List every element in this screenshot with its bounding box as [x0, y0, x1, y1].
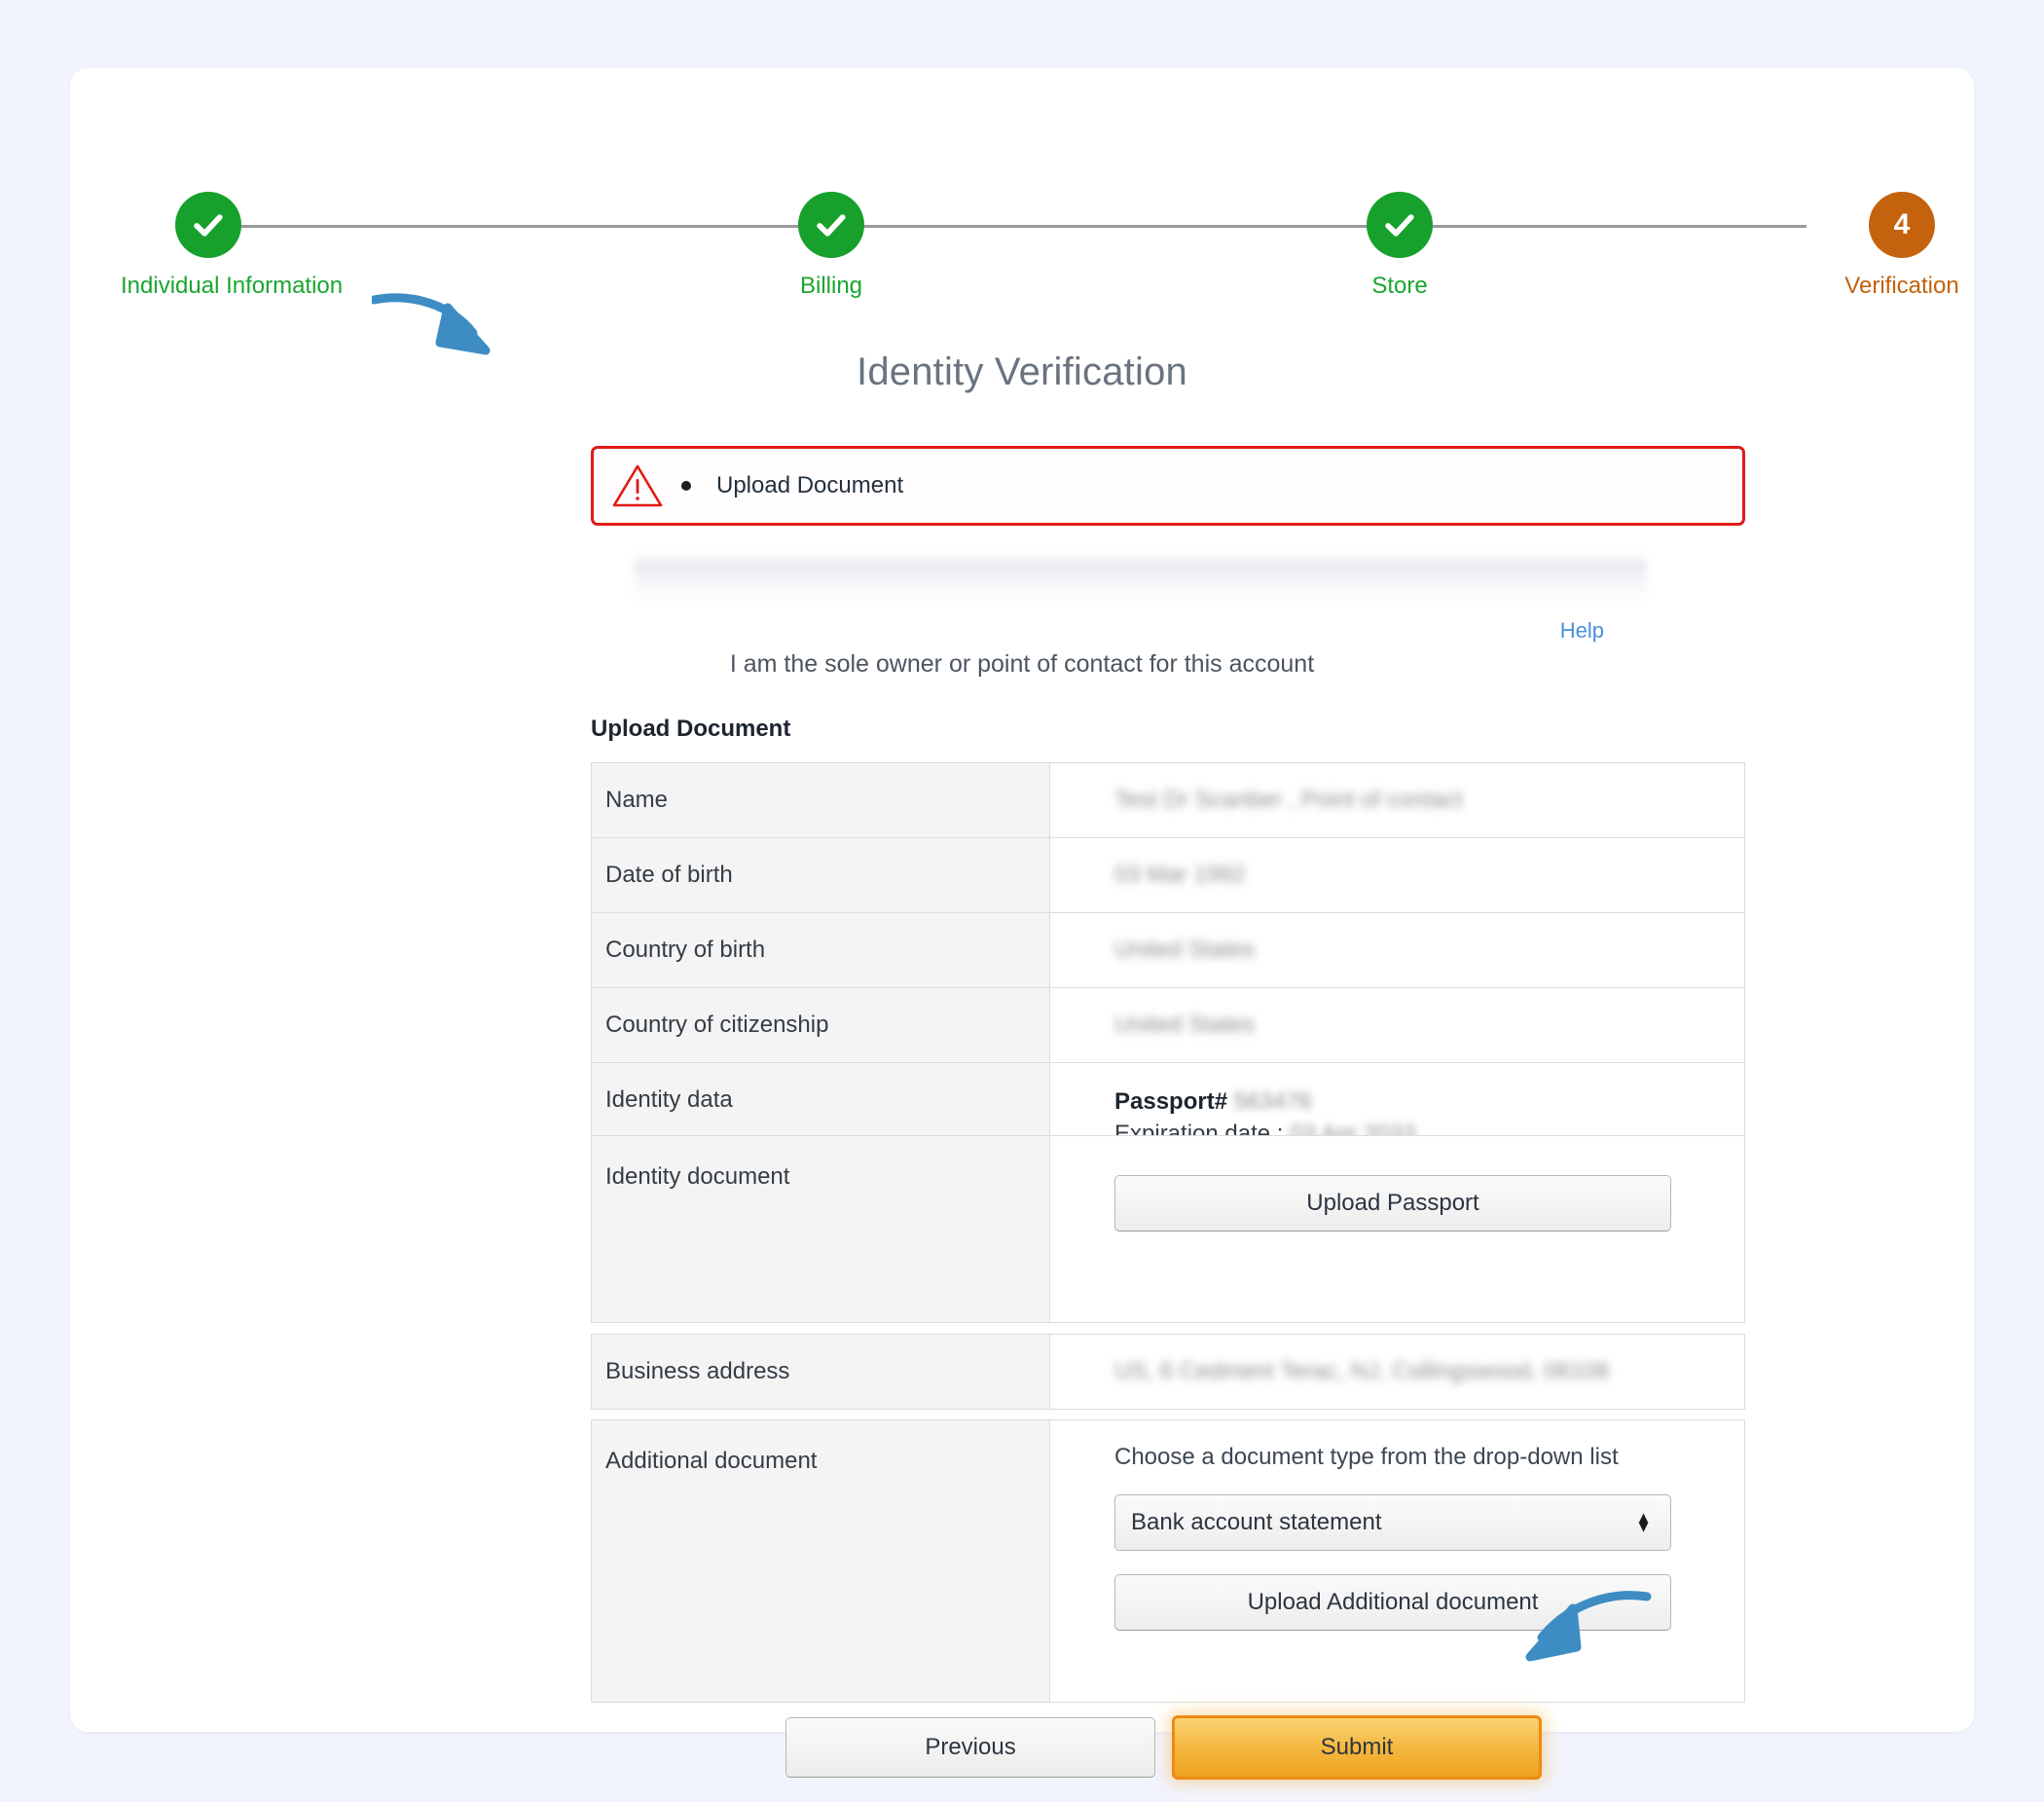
row-label-identity-document: Identity document — [591, 1135, 1050, 1323]
alert-bullet — [681, 481, 691, 491]
help-link[interactable]: Help — [1560, 618, 1604, 644]
submit-button[interactable]: Submit — [1172, 1715, 1542, 1780]
document-type-hint: Choose a document type from the drop-dow… — [1114, 1444, 1619, 1470]
progress-stepper: Individual Information Billing Store 4 V… — [70, 131, 1974, 299]
table-row: Additional document Choose a document ty… — [591, 1419, 1745, 1703]
document-type-selected-value: Bank account statement — [1131, 1509, 1382, 1535]
row-value-date-of-birth: 03 Mar 1992 — [1050, 838, 1745, 913]
table-row: Country of birth United States — [591, 912, 1745, 988]
table-row: Business address US, 6 Cedment Terac, NJ… — [591, 1334, 1745, 1410]
row-value-business-address: US, 6 Cedment Terac, NJ, Collingswood, 0… — [1050, 1335, 1745, 1410]
table-row: Name Test Dr Scanber , Point of contact — [591, 762, 1745, 838]
error-alert-banner: Upload Document — [591, 446, 1745, 526]
alert-message: Upload Document — [716, 472, 904, 498]
redacted-value: United States — [1114, 1011, 1256, 1038]
verification-card: Individual Information Billing Store 4 V… — [70, 68, 1974, 1780]
passport-number-line: Passport# 563476 — [1114, 1086, 1744, 1119]
redacted-value: 03 Mar 1992 — [1114, 862, 1246, 888]
upload-document-heading: Upload Document — [591, 716, 791, 742]
row-label-name: Name — [591, 762, 1050, 838]
redacted-business-address: US, 6 Cedment Terac, NJ, Collingswood, 0… — [1114, 1358, 1609, 1384]
row-value-additional-document: Choose a document type from the drop-dow… — [1050, 1420, 1745, 1703]
warning-triangle-icon — [594, 462, 681, 509]
page-title: Identity Verification — [857, 350, 1187, 393]
stepper-step-4-label: Verification — [1844, 273, 1959, 299]
table-row: Date of birth 03 Mar 1992 — [591, 837, 1745, 913]
redacted-passport-number: 563476 — [1233, 1088, 1312, 1115]
upload-passport-button[interactable]: Upload Passport — [1114, 1175, 1671, 1232]
stepper-step-individual-information[interactable]: Individual Information — [121, 192, 344, 300]
row-label-date-of-birth: Date of birth — [591, 837, 1050, 913]
previous-button[interactable]: Previous — [785, 1717, 1155, 1778]
table-row: Country of citizenship United States — [591, 987, 1745, 1063]
document-type-select[interactable]: Bank account statement — [1114, 1494, 1671, 1551]
stepper-connector-1 — [241, 225, 689, 228]
stepper-step-verification[interactable]: 4 Verification — [1814, 192, 1989, 300]
row-label-country-of-citizenship: Country of citizenship — [591, 987, 1050, 1063]
step-2-check-icon — [798, 192, 864, 258]
business-address-table: Business address US, 6 Cedment Terac, NJ… — [591, 1334, 1745, 1410]
passport-label: Passport# — [1114, 1088, 1228, 1115]
page-subtitle: I am the sole owner or point of contact … — [729, 650, 1315, 678]
stepper-step-billing[interactable]: Billing — [744, 192, 919, 300]
stepper-step-1-label: Individual Information — [121, 273, 344, 299]
stepper-step-2-label: Billing — [799, 273, 863, 299]
row-label-country-of-birth: Country of birth — [591, 912, 1050, 988]
table-row: Identity document Upload Passport — [591, 1135, 1745, 1323]
step-4-marker: 4 — [1869, 192, 1935, 258]
row-label-additional-document: Additional document — [591, 1419, 1050, 1703]
row-value-name: Test Dr Scanber , Point of contact — [1050, 763, 1745, 838]
verification-page: Individual Information Billing Store 4 V… — [0, 0, 2044, 1802]
row-value-country-of-birth: United States — [1050, 913, 1745, 988]
step-4-number: 4 — [1893, 208, 1911, 240]
stepper-step-store[interactable]: Store — [1312, 192, 1487, 300]
document-type-select-wrapper: Bank account statement ▲ ▼ — [1114, 1494, 1671, 1551]
redacted-value: Test Dr Scanber , Point of contact — [1114, 787, 1463, 813]
row-label-business-address: Business address — [591, 1334, 1050, 1410]
stepper-step-3-label: Store — [1371, 273, 1428, 299]
row-value-country-of-citizenship: United States — [1050, 988, 1745, 1063]
step-3-check-icon — [1367, 192, 1433, 258]
identity-document-table: Identity document Upload Passport — [591, 1135, 1745, 1323]
step-1-check-icon — [175, 192, 241, 258]
redacted-content-band — [635, 553, 1647, 604]
row-value-identity-document: Upload Passport — [1050, 1136, 1745, 1323]
upload-additional-document-button[interactable]: Upload Additional document — [1114, 1574, 1671, 1631]
additional-document-table: Additional document Choose a document ty… — [591, 1419, 1745, 1703]
redacted-value: United States — [1114, 937, 1256, 963]
